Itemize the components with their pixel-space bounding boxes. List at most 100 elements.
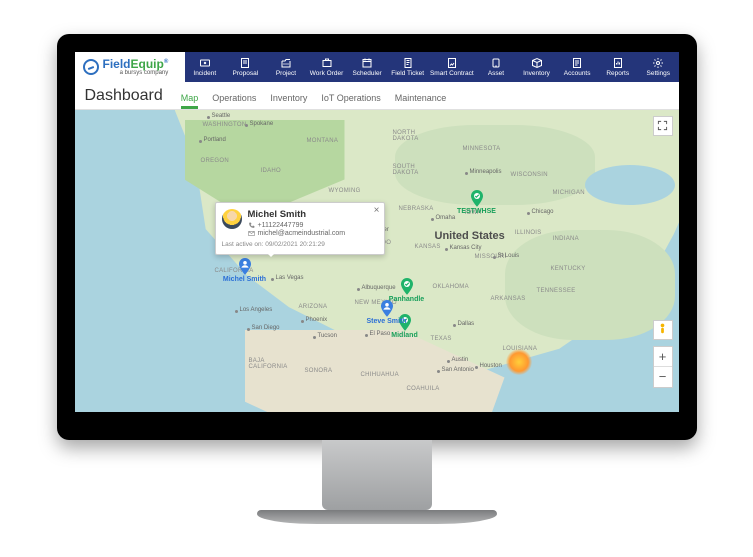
monitor-stand-base — [257, 510, 497, 524]
tab-map[interactable]: Map — [181, 93, 199, 109]
tab-maintenance[interactable]: Maintenance — [395, 93, 447, 109]
page-title: Dashboard — [85, 87, 163, 109]
pegman-icon — [657, 323, 668, 337]
technician-pin[interactable]: Michel Smith — [236, 258, 254, 276]
state-label: ARKANSAS — [491, 296, 526, 302]
asset-icon — [490, 57, 502, 69]
nav-label: Work Order — [310, 70, 343, 77]
popup-name: Michel Smith — [248, 209, 376, 220]
monitor-bezel: FieldEquip® a bursys company Incident Pro… — [57, 34, 697, 440]
pin-label: Steve Smith — [366, 318, 406, 325]
nav-smartcontract[interactable]: Smart Contract — [428, 52, 476, 82]
fieldticket-icon — [402, 57, 414, 69]
city-marker: Portland — [199, 140, 202, 143]
city-marker: Austin — [447, 360, 450, 363]
tab-inventory[interactable]: Inventory — [270, 93, 307, 109]
project-icon — [280, 57, 292, 69]
top-nav: FieldEquip® a bursys company Incident Pro… — [75, 52, 679, 82]
app-screen: FieldEquip® a bursys company Incident Pro… — [75, 52, 679, 412]
zoom-in-button[interactable]: + — [654, 347, 672, 367]
settings-icon — [652, 57, 664, 69]
nav-label: Reports — [606, 70, 629, 77]
state-label: IDAHO — [261, 168, 282, 174]
nav-fieldticket[interactable]: Field Ticket — [387, 52, 428, 82]
state-label: NORTHDAKOTA — [393, 130, 419, 142]
reports-icon — [612, 57, 624, 69]
technician-pin[interactable]: Steve Smith — [378, 300, 396, 318]
state-label: ARIZONA — [299, 304, 328, 310]
state-label: TEXAS — [431, 336, 452, 342]
nav-label: Project — [276, 70, 296, 77]
nav-settings[interactable]: Settings — [638, 52, 679, 82]
nav-items: Incident Proposal Project Work Order Schedul… — [185, 52, 679, 82]
city-marker: Omaha — [431, 218, 434, 221]
popup-phone: +11122447799 — [248, 222, 376, 229]
state-label: MONTANA — [307, 138, 339, 144]
pin-label: Midland — [391, 332, 417, 339]
city-marker: El Paso — [365, 334, 368, 337]
avatar — [222, 209, 242, 229]
state-label: WYOMING — [329, 188, 361, 194]
zoom-out-button[interactable]: − — [654, 367, 672, 387]
nav-scheduler[interactable]: Scheduler — [347, 52, 388, 82]
nav-project[interactable]: Project — [266, 52, 307, 82]
pin-label: TESTWHSE — [457, 208, 496, 215]
fullscreen-icon — [657, 120, 668, 131]
brand-logo-mark — [83, 59, 99, 75]
site-pin[interactable]: TESTWHSE — [468, 190, 486, 208]
state-label: KANSAS — [415, 244, 441, 250]
nav-label: Proposal — [233, 70, 259, 77]
state-label: CHIHUAHUA — [361, 372, 399, 378]
popup-last-active: Last active on: 09/02/2021 20:21:29 — [222, 241, 376, 248]
nav-label: Inventory — [523, 70, 550, 77]
nav-incident[interactable]: Incident — [185, 52, 226, 82]
map-canvas[interactable]: United States WASHINGTONOREGONMONTANAIDA… — [75, 110, 679, 412]
brand-logo-text: FieldEquip® a bursys company — [103, 58, 169, 76]
fullscreen-button[interactable] — [653, 116, 673, 136]
close-icon[interactable]: × — [374, 205, 380, 216]
state-label: WASHINGTON — [203, 122, 247, 128]
nav-accounts[interactable]: Accounts — [557, 52, 598, 82]
inventory-icon — [531, 57, 543, 69]
state-label: TENNESSEE — [537, 288, 576, 294]
tab-iot-operations[interactable]: IoT Operations — [321, 93, 380, 109]
brand-logo[interactable]: FieldEquip® a bursys company — [75, 52, 185, 82]
nav-label: Settings — [647, 70, 671, 77]
popup-email: michel@acmeindustrial.com — [248, 230, 376, 237]
nav-asset[interactable]: Asset — [476, 52, 517, 82]
city-marker: San Antonio — [437, 370, 440, 373]
state-label: MINNESOTA — [463, 146, 501, 152]
technician-popup: × Michel Smith +11122447799 michel@acm — [215, 202, 385, 255]
nav-reports[interactable]: Reports — [597, 52, 638, 82]
state-label: SOUTHDAKOTA — [393, 164, 419, 176]
dashboard-tabbar: Dashboard Map Operations Inventory IoT Oper… — [75, 82, 679, 110]
nav-proposal[interactable]: Proposal — [225, 52, 266, 82]
state-label: MICHIGAN — [553, 190, 585, 196]
country-label: United States — [435, 230, 505, 242]
nav-label: Smart Contract — [430, 70, 474, 77]
nav-label: Incident — [193, 70, 216, 77]
city-marker: Houston — [475, 366, 478, 369]
state-label: NEBRASKA — [399, 206, 434, 212]
streetview-pegman[interactable] — [653, 320, 673, 340]
site-pin[interactable]: Panhandle — [398, 278, 416, 296]
nav-workorder[interactable]: Work Order — [306, 52, 347, 82]
incident-icon — [199, 57, 211, 69]
nav-label: Accounts — [564, 70, 591, 77]
city-marker: Chicago — [527, 212, 530, 215]
mail-icon — [248, 230, 255, 237]
city-marker: Kansas City — [445, 248, 448, 251]
smartcontract-icon — [446, 57, 458, 69]
workorder-icon — [321, 57, 333, 69]
scheduler-icon — [361, 57, 373, 69]
city-marker: Spokane — [245, 124, 248, 127]
nav-label: Asset — [488, 70, 504, 77]
state-label: SONORA — [305, 368, 333, 374]
accounts-icon — [571, 57, 583, 69]
monitor-stand-neck — [322, 440, 432, 510]
nav-inventory[interactable]: Inventory — [516, 52, 557, 82]
monitor-frame: FieldEquip® a bursys company Incident Pro… — [57, 34, 697, 524]
city-marker: Seattle — [207, 116, 210, 119]
heat-spot — [506, 349, 532, 375]
tab-operations[interactable]: Operations — [212, 93, 256, 109]
